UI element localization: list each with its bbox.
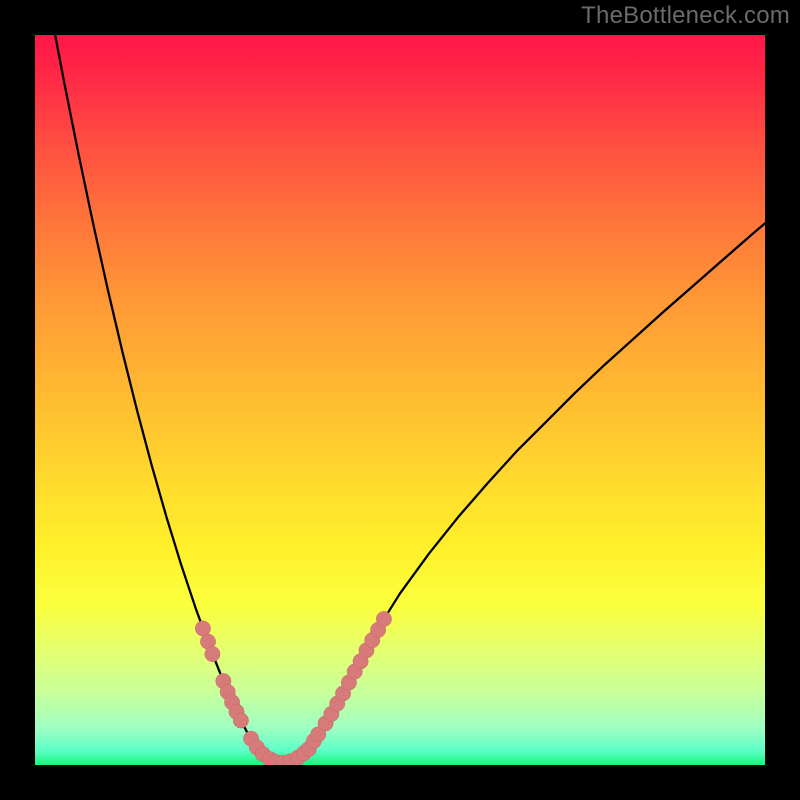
data-marker	[205, 646, 220, 661]
marker-group	[195, 611, 391, 765]
chart-frame: TheBottleneck.com	[0, 0, 800, 800]
data-marker	[233, 713, 248, 728]
chart-svg	[35, 35, 765, 765]
data-marker	[376, 611, 391, 626]
watermark-label: TheBottleneck.com	[581, 2, 790, 30]
bottleneck-curve	[35, 35, 765, 763]
plot-area	[35, 35, 765, 765]
